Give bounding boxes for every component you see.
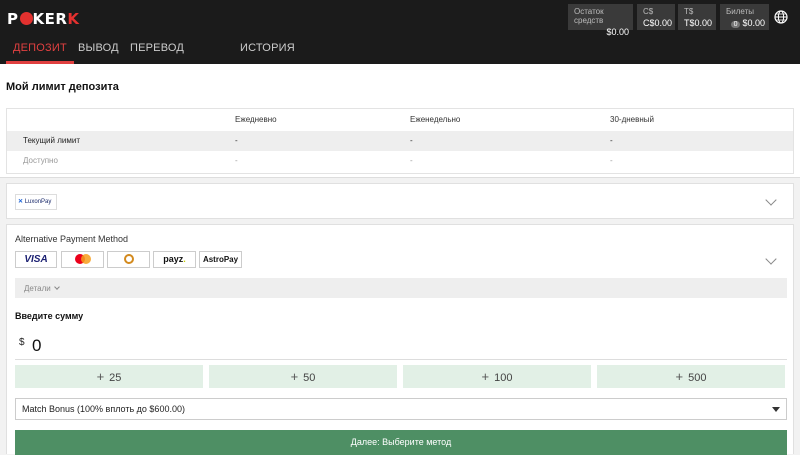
amount-value: 0	[32, 336, 42, 355]
amount-input[interactable]: $ 0	[15, 328, 787, 360]
chevron-down-icon[interactable]	[765, 194, 777, 206]
alternative-payment-panel: Alternative Payment Method VISA payz. As…	[6, 224, 794, 455]
table-row: Доступно - - -	[7, 151, 793, 171]
luxonpay-logo: ✕ LuxonPay	[15, 194, 57, 210]
quick-add-50-button[interactable]: +50	[209, 365, 397, 388]
currency-symbol: $	[19, 337, 25, 348]
row-label-current-limit: Текущий лимит	[23, 136, 80, 145]
balance-tdollars[interactable]: T$ T$0.00	[678, 4, 716, 30]
table-cell: -	[410, 136, 413, 145]
column-header-daily: Ежедневно	[235, 115, 277, 124]
deposit-limit-section: Мой лимит депозита Ежедневно Еженедельно…	[0, 64, 800, 178]
table-cell: -	[235, 156, 238, 165]
crypto-icon	[123, 254, 134, 264]
mastercard-method[interactable]	[61, 251, 104, 268]
balance-cash-label: Остаток средств	[574, 7, 604, 25]
table-row: Текущий лимит - - -	[7, 131, 793, 151]
column-header-weekly: Еженедельно	[410, 115, 461, 124]
alternative-payment-title: Alternative Payment Method	[15, 234, 129, 244]
globe-icon[interactable]	[774, 10, 788, 24]
quick-add-500-button[interactable]: +500	[597, 365, 785, 388]
column-header-30day: 30-дневный	[610, 115, 654, 124]
tab-deposit[interactable]: ДЕПОЗИТ	[6, 34, 74, 64]
table-cell: -	[235, 136, 238, 145]
bonus-select[interactable]: Match Bonus (100% вплоть до $600.00)	[15, 398, 787, 420]
table-cell: -	[410, 156, 413, 165]
pokerok-logo[interactable]: P KERK	[7, 10, 80, 28]
tab-withdraw[interactable]: ВЫВОД	[71, 34, 126, 64]
mastercard-icon	[74, 254, 91, 264]
balance-tickets[interactable]: Билеты 0 $0.00	[720, 4, 769, 30]
tab-history[interactable]: ИСТОРИЯ ТРАНЗАКЦИЙ	[233, 34, 322, 82]
payz-method[interactable]: payz.	[153, 251, 196, 268]
next-button[interactable]: Далее: Выберите метод	[15, 430, 787, 455]
dropdown-caret-icon	[772, 407, 780, 412]
balance-tickets-value: 0 $0.00	[726, 18, 765, 28]
table-cell: -	[610, 136, 613, 145]
visa-method[interactable]: VISA	[15, 251, 57, 268]
deposit-limit-title: Мой лимит депозита	[6, 81, 119, 93]
balance-tdollars-label: T$	[684, 7, 694, 16]
deposit-limit-table: Ежедневно Еженедельно 30-дневный Текущий…	[6, 108, 794, 174]
details-toggle[interactable]: Детали	[15, 278, 787, 298]
balance-cad-label: C$	[643, 7, 654, 16]
quick-add-100-button[interactable]: +100	[403, 365, 591, 388]
top-header: P KERK Остаток средств $0.00 C$ C$0.00 T$…	[0, 0, 800, 82]
crypto-method[interactable]	[107, 251, 150, 268]
balance-tickets-label: Билеты	[726, 7, 754, 16]
table-cell: -	[610, 156, 613, 165]
tickets-count-badge: 0	[730, 21, 741, 28]
balance-cad[interactable]: C$ C$0.00	[637, 4, 675, 30]
chevron-down-icon[interactable]	[765, 253, 777, 265]
quick-add-25-button[interactable]: +25	[15, 365, 203, 388]
luxonpay-panel[interactable]: ✕ LuxonPay	[6, 183, 794, 219]
tab-transfer[interactable]: ПЕРЕВОД СРЕДСТВ	[123, 34, 191, 82]
logo-chip-icon	[19, 12, 33, 25]
balance-tdollars-value: T$0.00	[684, 18, 713, 28]
row-label-available: Доступно	[23, 156, 58, 165]
chevron-down-icon	[53, 284, 60, 290]
astropay-method[interactable]: AstroPay	[199, 251, 242, 268]
balance-cad-value: C$0.00	[643, 18, 673, 28]
balance-cash-value: $0.00	[606, 27, 629, 37]
balance-cash[interactable]: Остаток средств $0.00	[568, 4, 633, 37]
amount-title: Введите сумму	[15, 311, 84, 321]
